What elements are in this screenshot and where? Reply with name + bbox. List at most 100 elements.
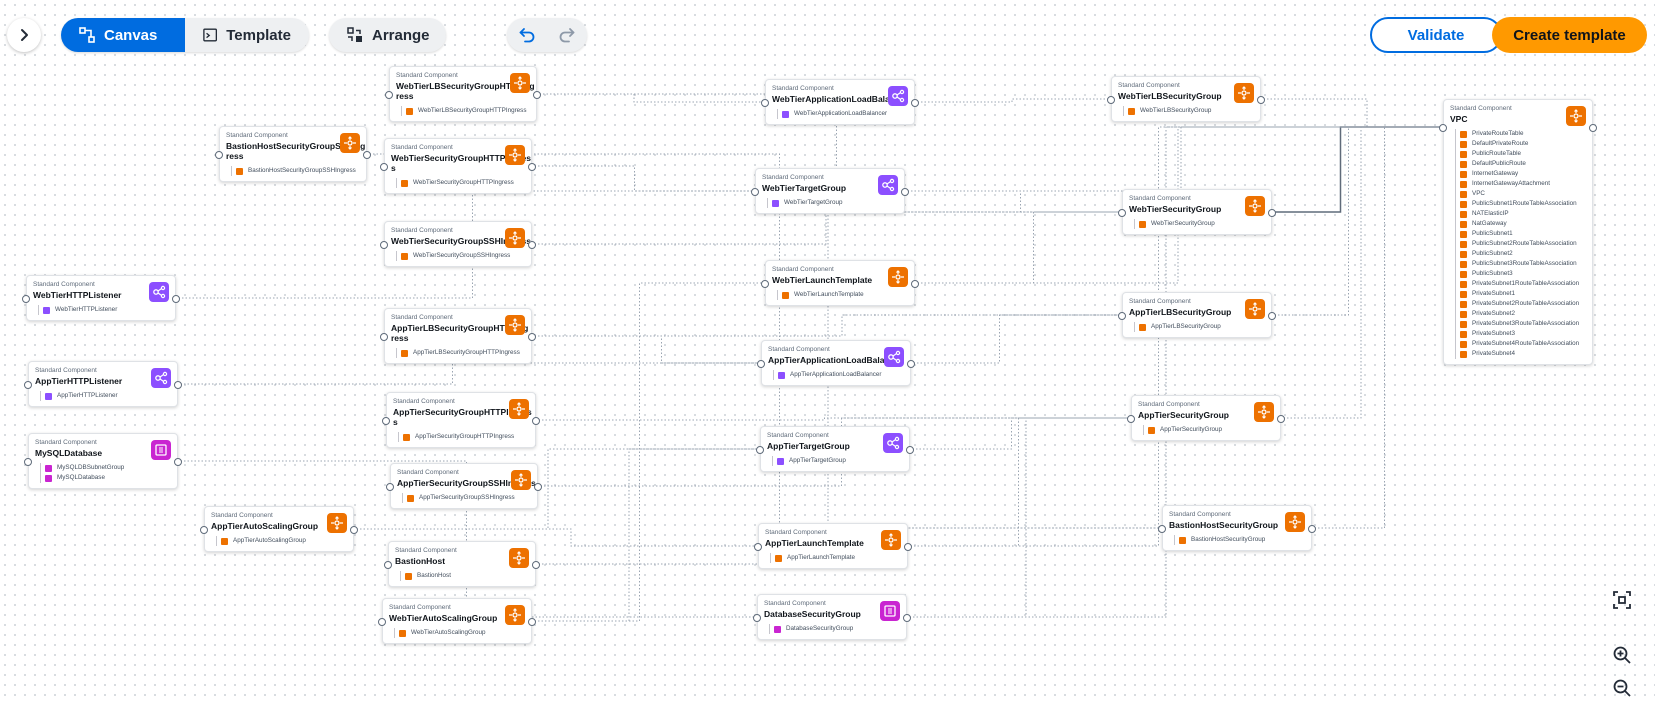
connection-handle[interactable] (1268, 209, 1276, 217)
connection-handle[interactable] (757, 360, 765, 368)
resource-item[interactable]: DefaultPrivateRoute (1455, 139, 1586, 149)
resource-item[interactable]: PublicRouteTable (1455, 149, 1586, 159)
connection-handle[interactable] (533, 91, 541, 99)
connection-handle[interactable] (386, 483, 394, 491)
resource-item[interactable]: PrivateSubnet1RouteTableAssociation (1455, 279, 1586, 289)
component-card[interactable]: Standard Component WebTierLaunchTemplate W… (765, 260, 915, 306)
component-card[interactable]: Standard Component BastionHostSecurityGro… (1162, 505, 1312, 551)
connection-handle[interactable] (380, 163, 388, 171)
resource-item[interactable]: PrivateSubnet2 (1455, 309, 1586, 319)
resource-item[interactable]: PublicSubnet2 (1455, 249, 1586, 259)
resource-item[interactable]: PrivateRouteTable (1455, 129, 1586, 139)
connection-handle[interactable] (906, 446, 914, 454)
connection-handle[interactable] (1158, 525, 1166, 533)
component-card[interactable]: Standard Component AppTierLaunchTemplate A… (758, 523, 908, 569)
component-card[interactable]: Standard Component WebTierApplicationLoad… (765, 79, 915, 125)
component-card[interactable]: Standard Component WebTierSecurityGroup We… (1122, 189, 1272, 235)
connection-line[interactable] (914, 211, 1121, 284)
connection-handle[interactable] (200, 526, 208, 534)
resource-item[interactable]: MySQLDBSubnetGroup (40, 463, 171, 473)
resource-item[interactable]: PublicSubnet3RouteTableAssociation (1455, 259, 1586, 269)
resource-item[interactable]: AppTierLBSecurityGroupHTTPIngress (396, 348, 525, 358)
component-card[interactable]: Standard Component WebTierTargetGroup WebT… (755, 168, 905, 214)
component-card[interactable]: Standard Component AppTierApplicationLoad… (761, 340, 911, 386)
connection-handle[interactable] (380, 333, 388, 341)
component-card[interactable]: Standard Component WebTierSecurityGroupHT… (384, 138, 532, 194)
connection-handle[interactable] (378, 618, 386, 626)
connection-handle[interactable] (532, 417, 540, 425)
connection-handle[interactable] (382, 417, 390, 425)
connection-handle[interactable] (528, 241, 536, 249)
connection-handle[interactable] (911, 99, 919, 107)
connection-line[interactable] (1271, 126, 1442, 213)
resource-item[interactable]: PrivateSubnet4RouteTableAssociation (1455, 339, 1586, 349)
resource-item[interactable]: WebTierLBSecurityGroupHTTPIngress (401, 106, 530, 116)
resource-item[interactable]: InternetGatewayAttachment (1455, 179, 1586, 189)
connection-handle[interactable] (901, 188, 909, 196)
resource-item[interactable]: WebTierSecurityGroupHTTPIngress (396, 178, 525, 188)
connection-line[interactable] (904, 190, 1121, 213)
resource-item[interactable]: PublicSubnet2RouteTableAssociation (1455, 239, 1586, 249)
connection-handle[interactable] (528, 618, 536, 626)
connection-line[interactable] (536, 93, 764, 103)
connection-line[interactable] (1280, 126, 1442, 419)
resource-item[interactable]: PrivateSubnet3RouteTableAssociation (1455, 319, 1586, 329)
connection-handle[interactable] (1257, 96, 1265, 104)
connection-handle[interactable] (1439, 124, 1447, 132)
resource-item[interactable]: AppTierAutoScalingGroup (216, 536, 347, 546)
zoom-in-button[interactable] (1607, 640, 1637, 670)
connection-handle[interactable] (1118, 312, 1126, 320)
component-card[interactable]: Standard Component WebTierAutoScalingGrou… (382, 598, 532, 644)
resource-item[interactable]: AppTierSecurityGroupHTTPIngress (398, 432, 529, 442)
resource-item[interactable]: WebTierSecurityGroupSSHIngress (396, 251, 525, 261)
connection-handle[interactable] (903, 614, 911, 622)
connection-handle[interactable] (756, 446, 764, 454)
connection-handle[interactable] (24, 458, 32, 466)
resource-item[interactable]: NatGateway (1455, 219, 1586, 229)
resource-item[interactable]: WebTierHTTPListener (38, 305, 169, 315)
connection-handle[interactable] (1118, 209, 1126, 217)
connection-line[interactable] (531, 335, 760, 364)
connection-handle[interactable] (1107, 96, 1115, 104)
component-card[interactable]: Standard Component WebTierSecurityGroupSS… (384, 221, 532, 267)
connection-handle[interactable] (1127, 415, 1135, 423)
connection-line[interactable] (909, 417, 1130, 450)
resource-item[interactable]: AppTierTargetGroup (772, 456, 903, 466)
connection-line[interactable] (1271, 126, 1442, 316)
component-card[interactable]: Standard Component DatabaseSecurityGroup D… (757, 594, 907, 640)
connection-handle[interactable] (22, 295, 30, 303)
connection-line[interactable] (531, 211, 1121, 245)
resource-item[interactable]: AppTierHTTPListener (40, 391, 171, 401)
component-card[interactable]: Standard Component AppTierTargetGroup AppT… (760, 426, 910, 472)
connection-handle[interactable] (528, 333, 536, 341)
resource-item[interactable]: VPC (1455, 189, 1586, 199)
resource-item[interactable]: InternetGateway (1455, 169, 1586, 179)
connection-handle[interactable] (1277, 415, 1285, 423)
component-card[interactable]: Standard Component AppTierLBSecurityGroup… (384, 308, 532, 364)
connection-handle[interactable] (754, 543, 762, 551)
resource-item[interactable]: DatabaseSecurityGroup (769, 624, 900, 634)
resource-item[interactable]: WebTierLBSecurityGroup (1123, 106, 1254, 116)
zoom-out-button[interactable] (1607, 673, 1637, 703)
resource-item[interactable]: WebTierSecurityGroup (1134, 219, 1265, 229)
component-card[interactable]: Standard Component WebTierHTTPListener Web… (26, 275, 176, 321)
connection-line[interactable] (531, 448, 759, 622)
resource-item[interactable]: BastionHost (400, 571, 529, 581)
component-card[interactable]: Standard Component AppTierHTTPListener App… (28, 361, 178, 407)
connection-line[interactable] (907, 417, 1130, 547)
connection-handle[interactable] (761, 99, 769, 107)
connection-handle[interactable] (534, 483, 542, 491)
connection-handle[interactable] (363, 151, 371, 159)
connection-handle[interactable] (1268, 312, 1276, 320)
component-card[interactable]: Standard Component AppTierSecurityGroup Ap… (1131, 395, 1281, 441)
resource-item[interactable]: WebTierApplicationLoadBalancer (777, 109, 908, 119)
resource-item[interactable]: PublicSubnet3 (1455, 269, 1586, 279)
resource-item[interactable]: MySQLDatabase (40, 473, 171, 483)
resource-item[interactable]: AppTierApplicationLoadBalancer (773, 370, 904, 380)
component-card[interactable]: Standard Component MySQLDatabase MySQLDBSu… (28, 433, 178, 489)
connection-handle[interactable] (753, 614, 761, 622)
connection-line[interactable] (177, 362, 760, 385)
connection-handle[interactable] (385, 91, 393, 99)
connection-handle[interactable] (172, 295, 180, 303)
component-card[interactable]: Standard Component BastionHost BastionHost (388, 541, 536, 587)
